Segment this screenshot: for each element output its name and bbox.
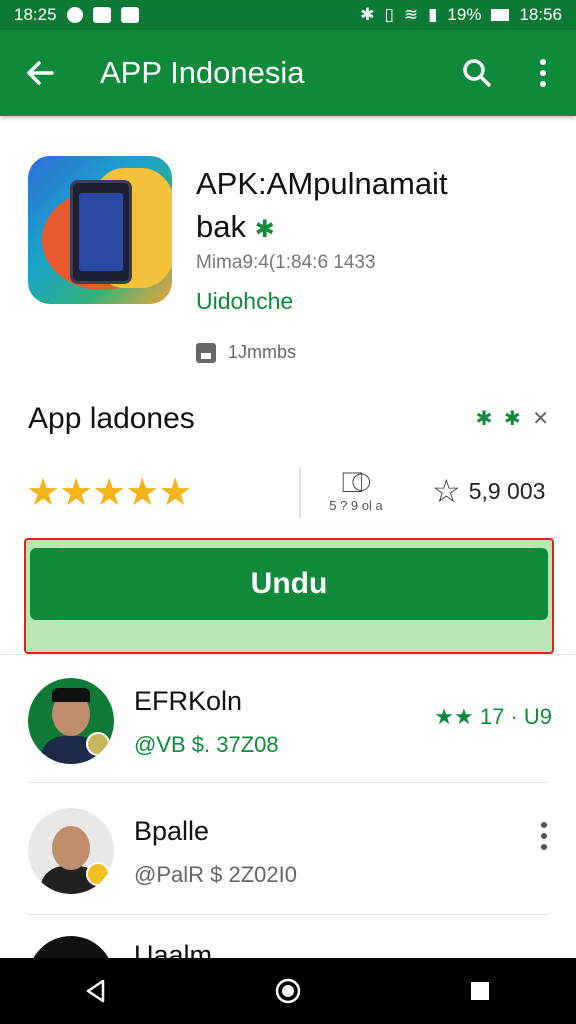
overflow-menu-button[interactable] — [510, 30, 576, 116]
mail-icon — [92, 7, 111, 23]
badge-icon — [86, 862, 110, 886]
app-icon — [28, 156, 172, 304]
app-title: APK:AMpulnamait bak ✱ — [196, 162, 566, 251]
status-bar-right: ✱ ▯ ≋ ▮ 19% 18:56 — [360, 5, 562, 25]
age-rating-icon: ⎄ — [341, 467, 371, 498]
list-item-subtitle: @VB $. 37Z08 — [134, 732, 279, 757]
battery-icon — [491, 9, 510, 21]
square-recents-icon — [471, 982, 489, 1000]
wifi-icon: ≋ — [403, 5, 419, 24]
close-icon[interactable]: ✕ — [532, 408, 552, 430]
divider — [299, 468, 301, 518]
review-count: ☆ 5,9 003 — [432, 473, 546, 509]
editors-choice-icon: ✱ — [254, 216, 275, 243]
nav-back-button[interactable] — [66, 961, 126, 1021]
status-time-left: 18:25 — [14, 5, 57, 24]
vibrate-icon: ▯ — [384, 5, 394, 24]
avatar — [28, 936, 114, 958]
list-item-name: Bpalle — [134, 816, 210, 846]
triangle-back-icon — [86, 979, 105, 1003]
circle-home-icon — [275, 978, 301, 1004]
app-meta: Mima9:4(1:84:6 1433 — [196, 252, 376, 273]
notification-icon — [66, 7, 83, 23]
chat-icon — [120, 7, 139, 23]
divider — [28, 782, 548, 783]
avatar — [28, 678, 114, 764]
list-item[interactable]: EFRKoln @VB $. 37Z08 ★★ 17 · U9 — [0, 656, 576, 786]
bluetooth-icon: ✱ — [360, 5, 375, 24]
divider — [28, 914, 548, 915]
battery-percent: 19% — [447, 5, 482, 24]
list-item-name: EFRKoln — [134, 686, 243, 716]
avatar — [28, 808, 114, 894]
toolbar-title: APP Indonesia — [100, 55, 305, 90]
arrow-left-icon — [27, 61, 54, 85]
app-title-line2: bak — [196, 209, 246, 244]
install-button[interactable]: Undu — [30, 548, 548, 620]
more-vert-icon[interactable] — [534, 816, 554, 856]
signal-icon: ▮ — [428, 5, 438, 24]
app-title-line1: APK:AMpulnamait — [196, 166, 448, 201]
section-title: App ladones — [28, 402, 195, 435]
status-bar: 18:25 ✱ ▯ ≋ ▮ 19% 18:56 — [0, 0, 576, 30]
age-rating: ⎄ 5 ? 9 ol a — [316, 467, 396, 514]
status-bar-left: 18:25 — [14, 5, 139, 25]
section-badge-stars: ✱ ✱ — [475, 408, 524, 430]
app-header: APK:AMpulnamait bak ✱ Mima9:4(1:84:6 143… — [0, 116, 576, 376]
app-size-label: 1Jmmbs — [228, 342, 297, 362]
star-outline-icon: ☆ — [432, 473, 461, 509]
storage-icon — [196, 342, 216, 363]
age-rating-label: 5 ? 9 ol a — [329, 498, 383, 513]
review-count-label: 5,9 003 — [468, 477, 546, 504]
install-highlight: Undu — [24, 538, 554, 654]
section-badge: ✱ ✱ ✕ — [476, 406, 552, 431]
rating-row: ★★★★★ ⎄ 5 ? 9 ol a ☆ 5,9 003 — [0, 462, 576, 524]
list-item-name: Uaalm — [134, 940, 213, 958]
system-nav-bar — [0, 958, 576, 1024]
list-item[interactable]: Uaalm — [0, 916, 576, 958]
app-size: 1Jmmbs — [196, 342, 296, 363]
badge-icon — [86, 732, 110, 756]
list-item-rating: ★★ 17 · U9 — [434, 704, 552, 729]
nav-recents-button[interactable] — [450, 961, 510, 1021]
rating-stars: ★★★★★ — [26, 472, 192, 514]
app-developer-link[interactable]: Uidohche — [196, 288, 293, 315]
search-icon — [463, 59, 491, 87]
back-button[interactable] — [0, 30, 80, 116]
search-button[interactable] — [444, 30, 510, 116]
status-time-right: 18:56 — [519, 5, 562, 24]
more-vert-icon — [540, 59, 546, 87]
list-item[interactable]: Bpalle @PalR $ 2Z02I0 — [0, 786, 576, 916]
divider — [0, 654, 576, 655]
nav-home-button[interactable] — [258, 961, 318, 1021]
list-item-subtitle: @PalR $ 2Z02I0 — [134, 862, 297, 887]
app-toolbar: APP Indonesia — [0, 30, 576, 116]
